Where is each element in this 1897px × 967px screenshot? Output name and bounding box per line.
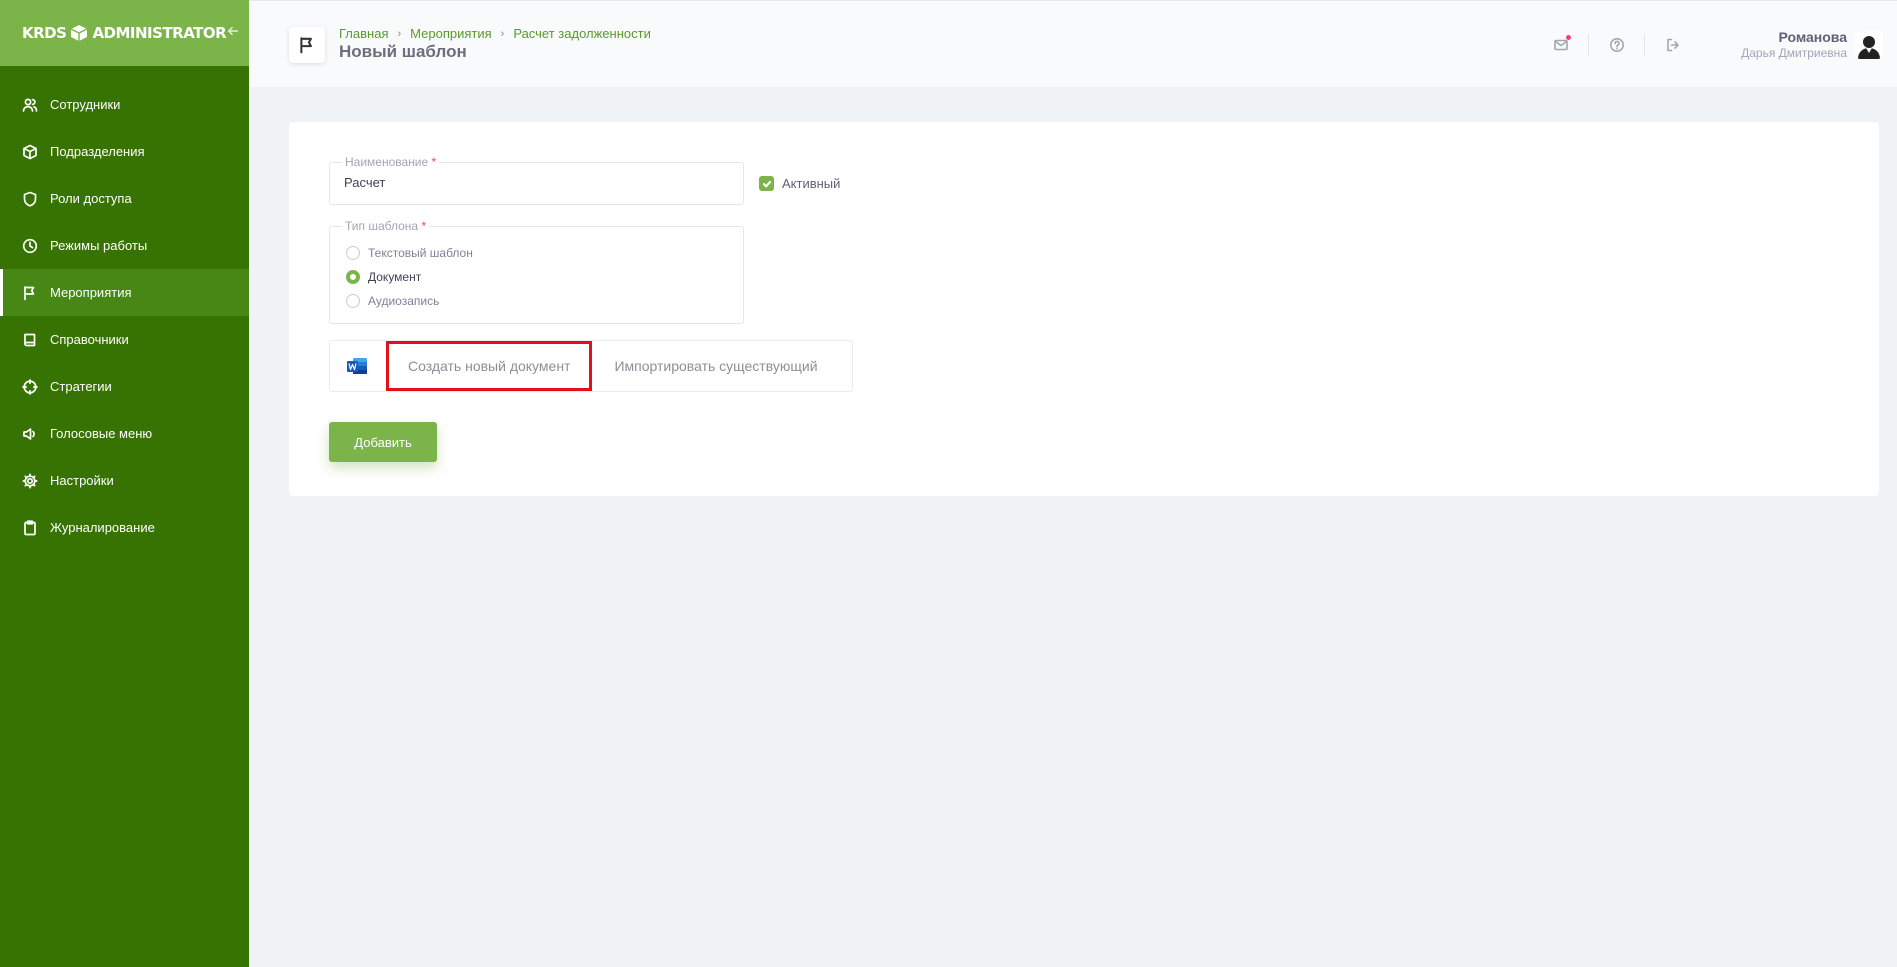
sidebar-item-events[interactable]: Мероприятия [0, 269, 249, 316]
gear-icon [22, 472, 38, 489]
sidebar-item-strategies[interactable]: Стратегии [0, 363, 249, 410]
import-document-button[interactable]: Импортировать существующий [592, 341, 839, 391]
required-marker: * [431, 155, 437, 169]
sidebar-item-label: Режимы работы [50, 238, 148, 253]
sidebar-item-label: Голосовые меню [50, 426, 153, 441]
user-first-name: Дарья Дмитриевна [1741, 46, 1847, 60]
sidebar-item-employees[interactable]: Сотрудники [0, 81, 249, 128]
template-type-field: Тип шаблона * Текстовый шаблон Документ … [329, 219, 744, 324]
document-toolbar: Создать новый документ Импортировать сущ… [329, 340, 853, 392]
user-name-block: Романова Дарья Дмитриевна [1741, 29, 1847, 60]
arrow-left-icon [228, 26, 239, 35]
word-icon [330, 341, 384, 391]
breadcrumb: Главная › Мероприятия › Расчет задолженн… [339, 26, 651, 41]
sidebar-item-label: Журналирование [50, 520, 155, 535]
template-type-label: Тип шаблона * [342, 219, 430, 233]
user-menu[interactable]: Романова Дарья Дмитриевна [1741, 29, 1883, 60]
name-field-label: Наименование * [342, 155, 440, 169]
book-icon [22, 332, 38, 348]
sidebar-item-voice-menus[interactable]: Голосовые меню [0, 410, 249, 457]
sidebar-item-settings[interactable]: Настройки [0, 457, 249, 504]
required-marker: * [421, 219, 427, 233]
breadcrumb-events-link[interactable]: Мероприятия [410, 26, 492, 41]
radio-checked-icon [346, 270, 360, 284]
sidebar-item-label: Справочники [50, 332, 129, 347]
radio-label: Текстовый шаблон [368, 246, 473, 260]
sidebar-item-label: Подразделения [50, 144, 145, 159]
breadcrumb-chevron-icon: › [500, 27, 505, 40]
cube-icon [22, 144, 38, 160]
checkbox-checked-icon [759, 176, 774, 191]
page-title: Новый шаблон [339, 42, 467, 61]
sidebar-header: KRDS ADMINISTRATOR [0, 0, 249, 66]
avatar[interactable] [1855, 30, 1883, 59]
radio-label: Документ [368, 270, 422, 284]
add-button[interactable]: Добавить [329, 422, 437, 462]
name-input[interactable]: Расчет [344, 175, 385, 190]
help-icon [1609, 37, 1624, 52]
clipboard-icon [22, 519, 38, 536]
header-actions: Романова Дарья Дмитриевна [1533, 1, 1897, 88]
active-label: Активный [782, 176, 841, 191]
logo-left-text: KRDS [22, 24, 67, 42]
page-icon [289, 27, 325, 63]
user-avatar-icon [1855, 30, 1883, 59]
sidebar-item-label: Настройки [50, 473, 114, 488]
logout-button[interactable] [1645, 34, 1701, 56]
radio-label: Аудиозапись [368, 294, 440, 308]
user-last-name: Романова [1778, 29, 1847, 45]
help-button[interactable] [1589, 33, 1646, 56]
sidebar-item-schedules[interactable]: Режимы работы [0, 222, 249, 269]
logo-cube-icon [69, 23, 89, 43]
name-label-text: Наименование [345, 155, 429, 169]
radio-text-template[interactable]: Текстовый шаблон [346, 246, 473, 260]
logo-right-text: ADMINISTRATOR [92, 24, 227, 42]
template-form-card: Наименование * Расчет Активный Тип шабло… [289, 122, 1879, 496]
sidebar-item-label: Сотрудники [50, 97, 121, 112]
sidebar-nav: Сотрудники Подразделения Роли доступа Ре… [0, 66, 249, 551]
users-icon [22, 97, 38, 113]
sidebar-item-roles[interactable]: Роли доступа [0, 175, 249, 222]
crosshair-icon [22, 378, 38, 395]
sidebar: KRDS ADMINISTRATOR Сотрудники Подразделе… [0, 0, 249, 967]
sidebar-item-directories[interactable]: Справочники [0, 316, 249, 363]
sidebar-item-label: Мероприятия [50, 285, 132, 300]
type-label-text: Тип шаблона [345, 219, 419, 233]
top-header: Главная › Мероприятия › Расчет задолженн… [249, 0, 1897, 87]
sidebar-item-label: Стратегии [50, 379, 112, 394]
notification-dot [1566, 34, 1572, 40]
logout-icon [1667, 38, 1679, 51]
messages-button[interactable] [1533, 33, 1590, 56]
breadcrumb-home-link[interactable]: Главная [339, 26, 388, 41]
sidebar-item-departments[interactable]: Подразделения [0, 128, 249, 175]
breadcrumb-current-link[interactable]: Расчет задолженности [513, 26, 651, 41]
sidebar-item-logging[interactable]: Журналирование [0, 504, 249, 551]
sidebar-item-label: Роли доступа [50, 191, 132, 206]
radio-document[interactable]: Документ [346, 270, 421, 284]
shield-icon [22, 191, 38, 207]
radio-audio[interactable]: Аудиозапись [346, 294, 439, 308]
radio-icon [346, 246, 360, 260]
radio-icon [346, 294, 360, 308]
active-checkbox[interactable]: Активный [759, 176, 840, 191]
speaker-icon [22, 426, 38, 442]
name-field[interactable]: Наименование * Расчет [329, 155, 744, 205]
breadcrumb-chevron-icon: › [397, 27, 402, 40]
clock-icon [22, 238, 38, 254]
logo[interactable]: KRDS ADMINISTRATOR [22, 23, 227, 43]
create-document-button[interactable]: Создать новый документ [386, 341, 593, 391]
flag-icon [22, 285, 38, 301]
flag-icon [300, 37, 312, 54]
sidebar-collapse-button[interactable] [226, 24, 240, 43]
